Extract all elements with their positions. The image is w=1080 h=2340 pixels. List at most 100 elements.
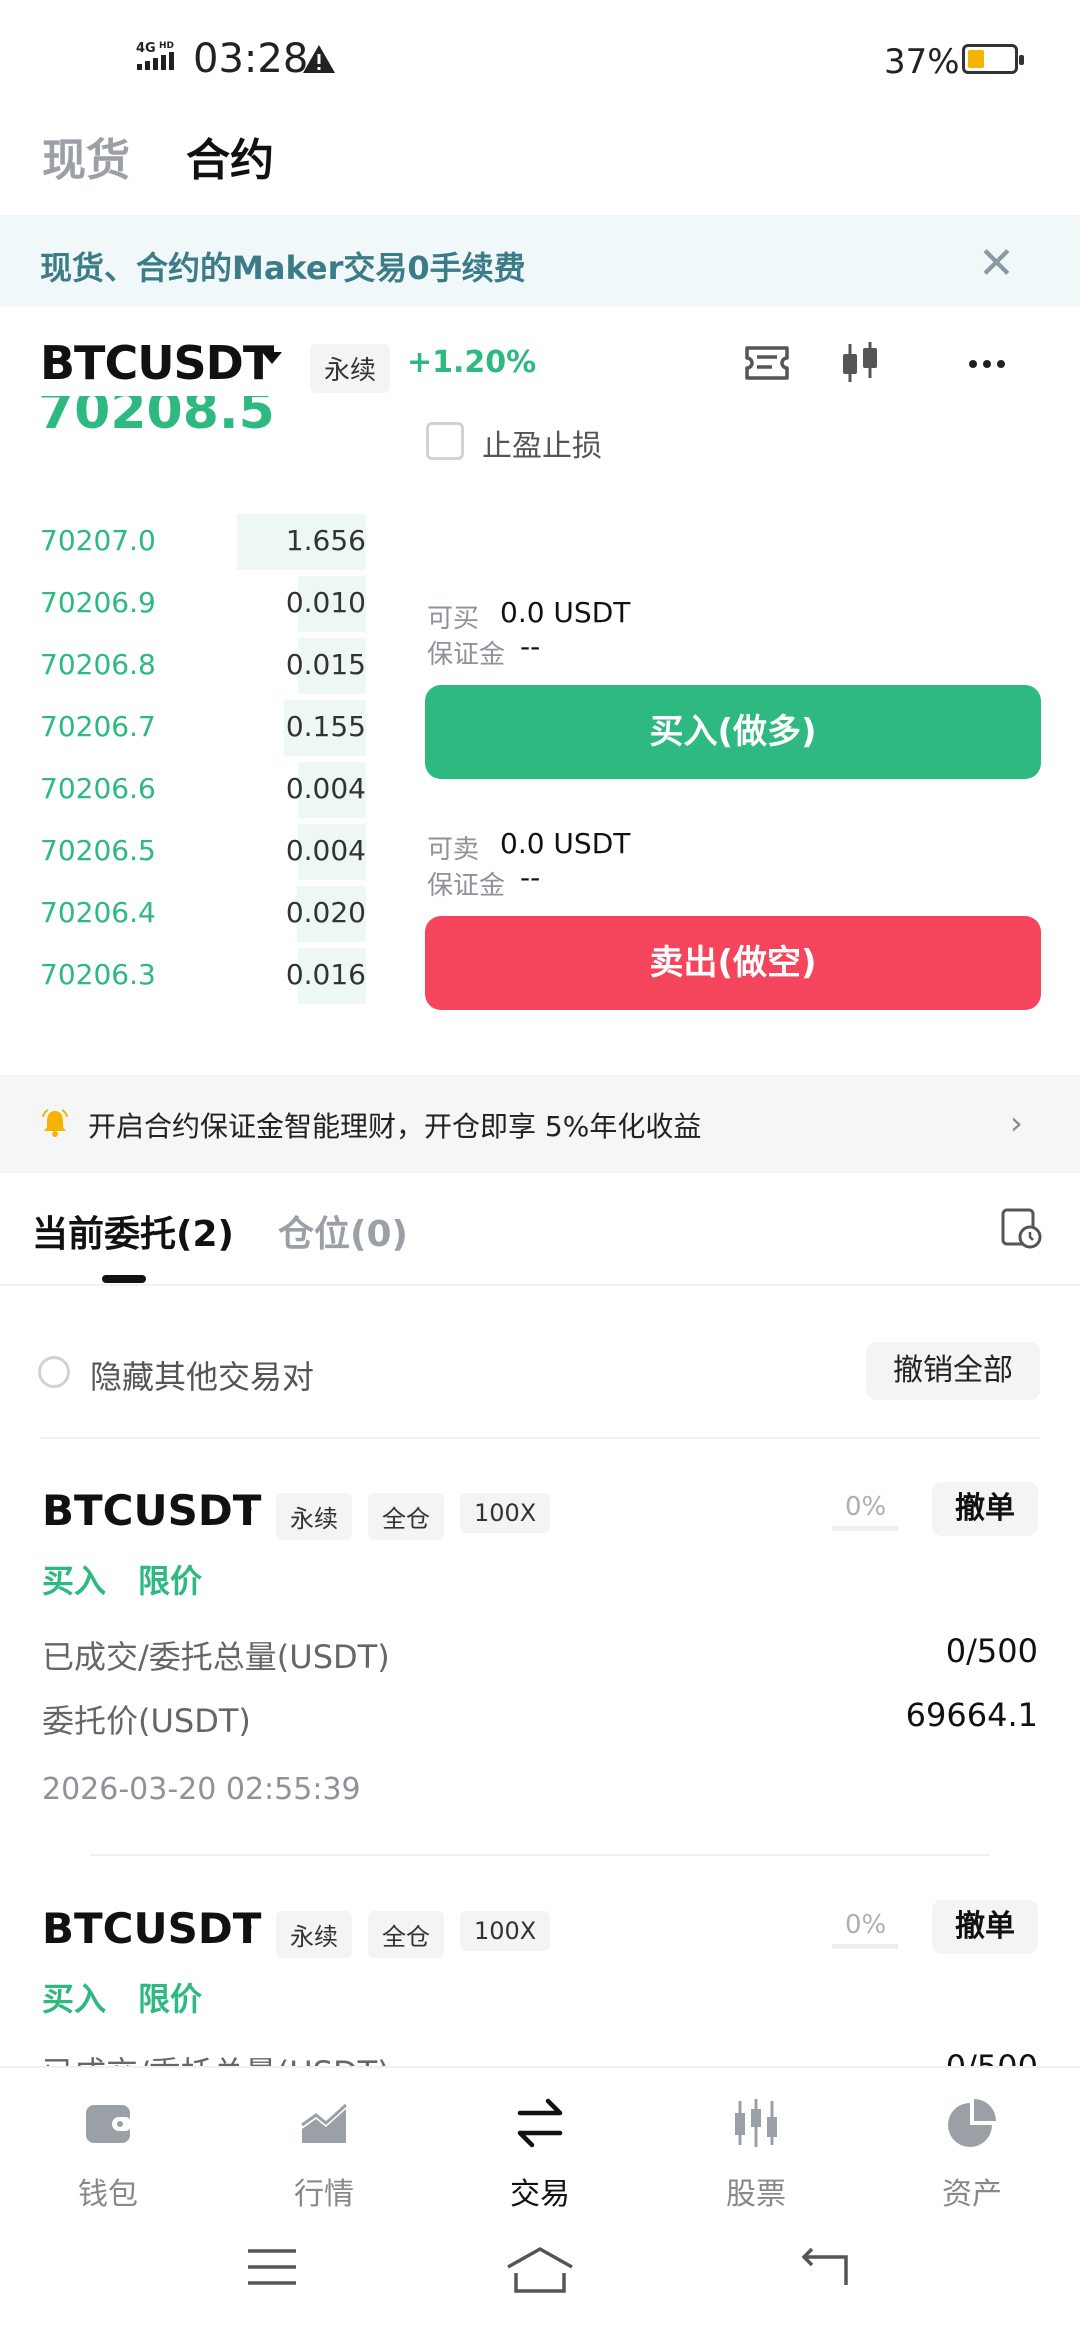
menu-icon[interactable] [244,2245,300,2289]
swap-icon [517,2098,563,2148]
bid-quantity: 0.004 [285,772,366,805]
order-time: 2026-03-20 02:55:39 [42,1772,361,1807]
cancel-all-button[interactable]: 撤销全部 [866,1342,1040,1400]
order-book-row[interactable]: 70206.7 0.155 [0,694,370,756]
cancel-order-button[interactable]: 撤单 [932,1900,1038,1954]
battery-fill [968,50,985,68]
sell-available-value: 0.0 USDT [500,827,631,860]
cancel-order-button[interactable]: 撤单 [932,1482,1038,1536]
order-symbol[interactable]: BTCUSDT [42,1904,261,1953]
nav-markets[interactable]: 行情 [259,2095,389,2213]
nav-assets[interactable]: 资产 [907,2095,1037,2213]
fill-progress: 0% [845,1910,887,1940]
nav-label: 资产 [942,2177,1002,2212]
banner-text: 现货、合约的Maker交易0手续费 [40,249,526,287]
fill-progress-bar [832,1526,898,1531]
bid-quantity: 0.010 [285,586,366,619]
candlestick-chart-icon[interactable] [836,340,886,384]
nav-label: 行情 [294,2177,354,2212]
fill-progress: 0% [845,1492,887,1522]
order-book-row[interactable]: 70206.9 0.010 [0,570,370,632]
filled-value: 0/500 [945,1632,1038,1670]
promo-text: 开启合约保证金智能理财，开仓即享 5%年化收益 [88,1110,702,1143]
order-history-icon[interactable] [1000,1205,1042,1249]
close-icon[interactable]: ✕ [978,238,1015,289]
tab-spot[interactable]: 现货 [42,124,130,188]
order-symbol[interactable]: BTCUSDT [42,1486,261,1535]
divider [90,1854,990,1856]
ticket-icon[interactable] [742,340,792,384]
order-book-row[interactable]: 70207.0 1.656 [0,508,370,570]
svg-text:4G: 4G [136,41,156,56]
bid-price: 70206.3 [40,958,156,991]
bell-icon [42,1109,68,1137]
nav-label: 交易 [510,2177,570,2212]
order-price-label: 委托价(USDT) [42,1702,251,1740]
margin-mode-tag: 全仓 [368,1493,444,1540]
perpetual-tag: 永续 [310,344,391,393]
nav-stocks[interactable]: 股票 [691,2095,821,2213]
bid-price: 70206.4 [40,896,156,929]
tpsl-label: 止盈止损 [482,429,602,464]
order-book-row[interactable]: 70206.4 0.020 [0,880,370,942]
stocks-icon [735,2099,777,2147]
price-change: +1.20% [407,345,537,380]
last-price: 70208.5 [38,396,275,441]
hide-other-pairs-label: 隐藏其他交易对 [90,1358,315,1396]
bid-quantity: 0.004 [285,834,366,867]
perpetual-tag: 永续 [276,1911,352,1958]
order-type: 限价 [138,1562,203,1600]
caret-down-icon[interactable] [262,352,282,364]
chevron-right-icon[interactable]: › [1010,1104,1023,1142]
back-icon[interactable] [796,2245,852,2289]
order-type: 限价 [138,1980,203,2018]
divider [0,1284,1080,1286]
order-price-value: 69664.1 [905,1696,1038,1734]
nav-trade[interactable]: 交易 [475,2095,605,2213]
clock: 03:28 [193,36,309,82]
bid-quantity: 0.020 [285,896,366,929]
warning-icon [303,45,335,73]
pie-icon [948,2099,996,2147]
bid-price: 70206.6 [40,772,156,805]
buy-available-label: 可买 [427,604,480,634]
order-book-row[interactable]: 70206.6 0.004 [0,756,370,818]
tab-open-orders[interactable]: 当前委托(2) [32,1205,234,1257]
hide-other-pairs-checkbox[interactable] [38,1356,70,1388]
battery-icon [962,44,1024,74]
order-card: BTCUSDT › 永续 全仓 100X 0% 撤单 买入 限价 已成交/委托总… [0,1870,1080,2066]
leverage-tag: 100X [460,1493,551,1533]
buy-margin-value: -- [520,630,541,663]
chevron-right-icon[interactable]: › [240,1488,254,1528]
chevron-right-icon[interactable]: › [240,1906,254,1946]
more-icon[interactable] [962,340,1012,384]
buy-available-value: 0.0 USDT [500,596,631,629]
bid-quantity: 0.155 [285,710,366,743]
bid-price: 70206.7 [40,710,156,743]
order-side: 买入 [42,1562,107,1600]
active-tab-indicator [102,1275,146,1283]
bid-quantity: 0.016 [285,958,366,991]
divider [40,1437,1040,1439]
fill-progress-bar [832,1944,898,1949]
tpsl-checkbox[interactable] [426,422,464,460]
order-book-row[interactable]: 70206.8 0.015 [0,632,370,694]
tab-contract[interactable]: 合约 [186,124,274,188]
filled-value: 0/500 [946,2048,1038,2066]
chart-icon [301,2103,348,2143]
order-book-row[interactable]: 70206.3 0.016 [0,942,370,1004]
order-book-row[interactable]: 70206.5 0.004 [0,818,370,880]
buy-long-button[interactable]: 买入(做多) [425,685,1041,779]
perpetual-tag: 永续 [276,1493,352,1540]
tab-positions[interactable]: 仓位(0) [278,1205,408,1257]
sell-short-button[interactable]: 卖出(做空) [425,916,1041,1010]
buy-margin-label: 保证金 [427,640,506,670]
svg-text:HD: HD [159,41,174,51]
pair-selector[interactable]: BTCUSDT [40,336,274,390]
home-icon[interactable] [504,2245,576,2295]
filled-label: 已成交/委托总量(USDT) [42,1638,390,1676]
bid-price: 70206.9 [40,586,156,619]
battery-percent: 37% [884,42,960,82]
bid-price: 70207.0 [40,524,156,557]
nav-wallet[interactable]: 钱包 [43,2095,173,2213]
